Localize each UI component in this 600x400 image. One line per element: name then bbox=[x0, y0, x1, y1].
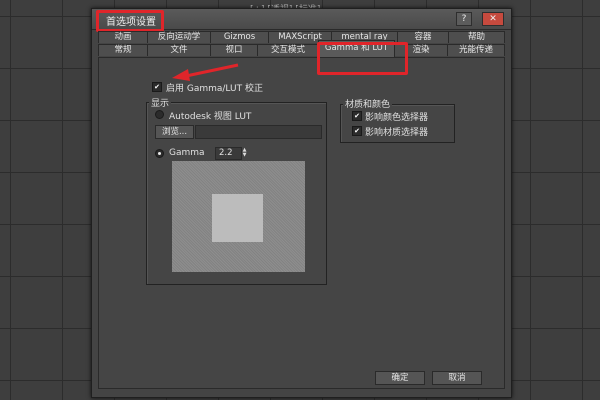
title-highlight-box bbox=[96, 10, 164, 32]
lut-option-label: Autodesk 视图 LUT bbox=[169, 112, 252, 122]
tab-inverse-kinematics[interactable]: 反向运动学 bbox=[147, 31, 211, 43]
gamma-value: 2.2 bbox=[219, 148, 233, 158]
gamma-radio[interactable] bbox=[155, 149, 164, 158]
gamma-spin-arrows[interactable]: ▲ ▼ bbox=[241, 148, 248, 159]
material-picker-checkbox[interactable]: ✔ bbox=[352, 126, 362, 136]
ok-button[interactable]: 确定 bbox=[375, 371, 425, 385]
gamma-value-spinner[interactable]: 2.2 bbox=[215, 147, 242, 160]
preferences-dialog: 首选项设置 ? ✕ 动画 反向运动学 Gizmos MAXScript ment… bbox=[91, 8, 512, 398]
color-picker-checkbox[interactable]: ✔ bbox=[352, 111, 362, 121]
tab-animation[interactable]: 动画 bbox=[98, 31, 148, 43]
browse-button[interactable]: 浏览... bbox=[155, 125, 194, 139]
lut-radio[interactable] bbox=[155, 110, 164, 119]
tab-viewports[interactable]: 视口 bbox=[210, 44, 258, 56]
material-picker-label: 影响材质选择器 bbox=[365, 128, 429, 138]
enable-gamma-checkbox[interactable]: ✔ bbox=[152, 82, 162, 92]
help-button[interactable]: ? bbox=[456, 12, 472, 26]
tab-interaction-mode[interactable]: 交互模式 bbox=[257, 44, 319, 56]
tab-help[interactable]: 帮助 bbox=[448, 31, 505, 43]
materials-group-title: 材质和颜色 bbox=[343, 97, 393, 110]
annotation-arrow-icon bbox=[172, 63, 239, 81]
color-picker-label: 影响颜色选择器 bbox=[365, 113, 429, 123]
lut-path-field[interactable] bbox=[195, 125, 322, 139]
tab-highlight-box bbox=[317, 42, 408, 75]
gamma-lut-panel: ✔ 启用 Gamma/LUT 校正 显示 Autodesk 视图 LUT 浏览.… bbox=[98, 57, 505, 389]
display-group-title: 显示 bbox=[149, 96, 172, 109]
gamma-option-label: Gamma bbox=[169, 148, 205, 158]
tab-radiosity[interactable]: 光能传递 bbox=[447, 44, 505, 56]
tab-files[interactable]: 文件 bbox=[147, 44, 211, 56]
cancel-button[interactable]: 取消 bbox=[432, 371, 482, 385]
tab-gizmos[interactable]: Gizmos bbox=[210, 31, 269, 43]
tab-general[interactable]: 常规 bbox=[98, 44, 148, 56]
gamma-preview-square bbox=[212, 194, 263, 242]
enable-gamma-label: 启用 Gamma/LUT 校正 bbox=[166, 84, 263, 94]
dialog-titlebar[interactable]: 首选项设置 ? ✕ bbox=[92, 9, 511, 32]
close-button[interactable]: ✕ bbox=[482, 12, 504, 26]
